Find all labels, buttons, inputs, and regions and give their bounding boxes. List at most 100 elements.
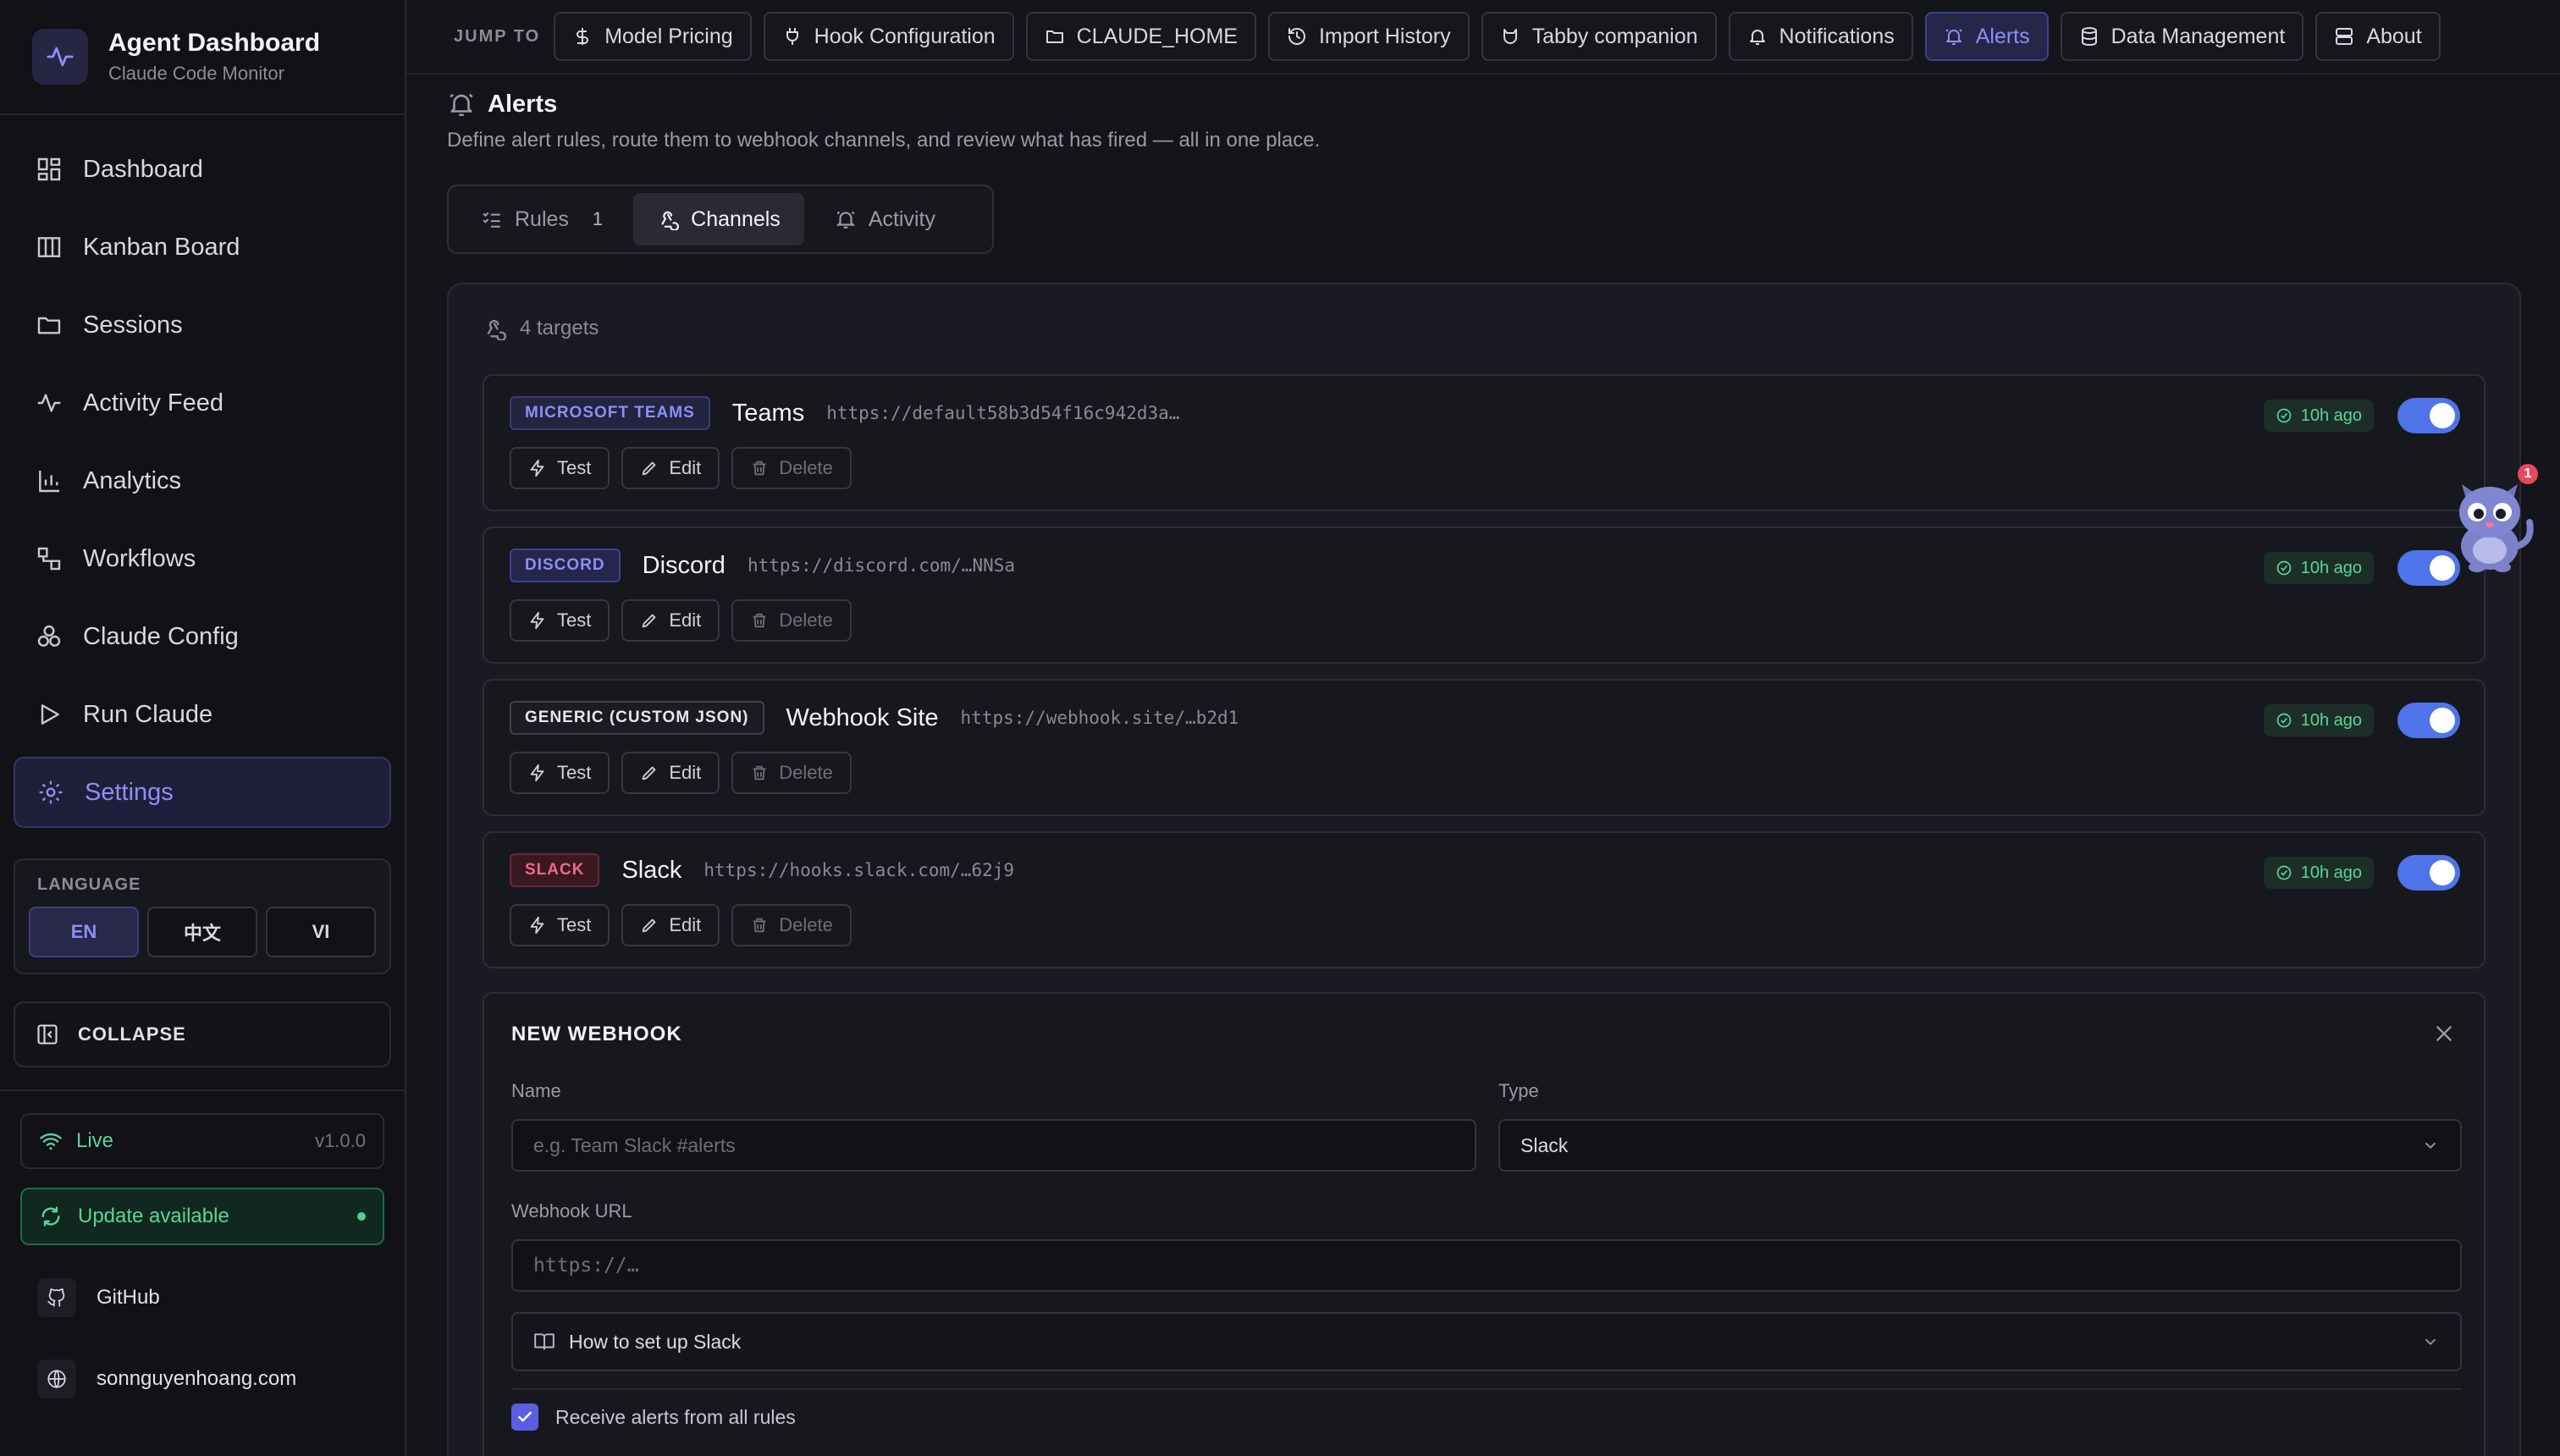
language-en-button[interactable]: EN [29,907,139,957]
bell-ring-icon [450,93,473,117]
chevron-down-icon [2425,1142,2436,1150]
all-rules-checkbox[interactable] [511,1404,538,1431]
sidebar-item-activity-feed[interactable]: Activity Feed [14,367,391,438]
wifi-icon [40,1133,62,1150]
app-title: Agent Dashboard [108,29,321,57]
collapse-label: COLLAPSE [78,1023,186,1045]
book-icon [534,1333,554,1350]
edit-button[interactable]: Edit [621,904,720,946]
channel-enabled-toggle[interactable] [2397,703,2460,738]
last-fired-time: 10h ago [2300,710,2362,730]
toggle-knob [2430,860,2455,885]
cat-icon [1503,29,1517,44]
webhook-url-input[interactable]: https://… [511,1239,2462,1292]
tabby-companion-mascot[interactable]: 1 [2443,464,2538,580]
delete-button[interactable]: Delete [731,599,852,642]
tab-channels[interactable]: Channels [633,193,804,245]
jump-label-text: Data Management [2110,24,2286,48]
close-icon[interactable] [2433,1023,2455,1049]
sidebar-item-analytics[interactable]: Analytics [14,445,391,516]
test-button[interactable]: Test [510,599,610,642]
brand: Agent Dashboard Claude Code Monitor [0,0,405,115]
channel-enabled-toggle[interactable] [2397,398,2460,433]
trash-icon [753,918,766,933]
jump-tabby-companion[interactable]: Tabby companion [1481,12,1717,61]
all-rules-checkbox-row[interactable]: Receive alerts from all rules [511,1404,796,1431]
new-webhook-title: NEW WEBHOOK [511,1023,682,1045]
edit-button[interactable]: Edit [621,447,720,489]
last-fired-badge: 10h ago [2263,400,2374,432]
test-button[interactable]: Test [510,447,610,489]
page-title: Alerts [488,90,558,118]
channel-type-badge: SLACK [510,853,600,887]
update-dot [357,1212,366,1221]
delete-button[interactable]: Delete [731,752,852,794]
columns-icon [37,237,61,257]
tab-label: Activity [868,207,935,231]
tab-rules[interactable]: Rules 1 [457,193,626,245]
jump-alerts[interactable]: Alerts [1924,12,2049,61]
update-available-button[interactable]: Update available [20,1188,384,1245]
sidebar-item-run-claude[interactable]: Run Claude [14,679,391,750]
tab-activity[interactable]: Activity [811,193,959,245]
website-label: sonnguyenhoang.com [97,1367,297,1390]
check-icon [518,1411,532,1422]
delete-button[interactable]: Delete [731,904,852,946]
github-link[interactable]: GitHub [20,1267,384,1328]
website-link[interactable]: sonnguyenhoang.com [20,1348,384,1409]
dollar-icon [577,28,589,45]
delete-label: Delete [779,457,833,478]
jump-import-history[interactable]: Import History [1267,12,1470,61]
test-label: Test [557,457,592,478]
folder-icon [37,317,61,334]
language-zh-button[interactable]: 中文 [147,907,257,957]
jump-about[interactable]: About [2315,12,2441,61]
sidebar-item-dashboard[interactable]: Dashboard [14,134,391,205]
sidebar-item-label: Dashboard [83,155,203,183]
sidebar-item-kanban-board[interactable]: Kanban Board [14,212,391,283]
jump-label-text: Model Pricing [604,24,733,48]
app-logo[interactable] [32,29,88,85]
language-vi-button[interactable]: VI [266,907,376,957]
delete-button[interactable]: Delete [731,447,852,489]
name-input[interactable]: e.g. Team Slack #alerts [511,1119,1476,1172]
channel-url: https://webhook.site/…b2d1 [960,708,1239,728]
sidebar-item-label: Sessions [83,311,183,339]
jump-label-text: About [2366,24,2422,48]
language-title: LANGUAGE [37,875,141,894]
plug-icon [786,28,798,45]
collapse-button[interactable]: COLLAPSE [14,1001,391,1067]
jump-claude-home[interactable]: CLAUDE_HOME [1025,12,1256,61]
channel-enabled-toggle[interactable] [2397,855,2460,891]
jump-data-management[interactable]: Data Management [2060,12,2304,61]
jump-model-pricing[interactable]: Model Pricing [554,12,752,61]
zap-icon [530,916,544,935]
channel-url: https://hooks.slack.com/…62j9 [703,860,1015,880]
workflow-icon [37,547,61,571]
mascot-notification-badge: 1 [2518,464,2538,484]
edit-button[interactable]: Edit [621,599,720,642]
sidebar-item-sessions[interactable]: Sessions [14,290,391,361]
edit-button[interactable]: Edit [621,752,720,794]
last-fired-badge: 10h ago [2263,857,2374,889]
edit-label: Edit [669,609,702,631]
jump-hook-configuration[interactable]: Hook Configuration [763,12,1014,61]
channels-panel: 4 targets MICROSOFT TEAMS Teams https://… [447,283,2521,1456]
sidebar-item-settings[interactable]: Settings [14,757,391,828]
sidebar-item-label: Run Claude [83,700,213,728]
sidebar-item-label: Settings [85,778,174,806]
pencil-icon [643,461,656,476]
edit-label: Edit [669,457,702,478]
type-select[interactable]: Slack [1498,1119,2462,1172]
rules-count: 1 [592,208,604,229]
test-button[interactable]: Test [510,752,610,794]
pencil-icon [643,918,656,933]
test-button[interactable]: Test [510,904,610,946]
sidebar-item-workflows[interactable]: Workflows [14,523,391,594]
sidebar-item-claude-config[interactable]: Claude Config [14,601,391,672]
last-fired-badge: 10h ago [2263,704,2374,736]
setup-guide-expander[interactable]: How to set up Slack [511,1312,2462,1371]
jump-label-text: CLAUDE_HOME [1076,24,1238,48]
sidebar-item-label: Activity Feed [83,389,223,416]
jump-notifications[interactable]: Notifications [1728,12,1913,61]
